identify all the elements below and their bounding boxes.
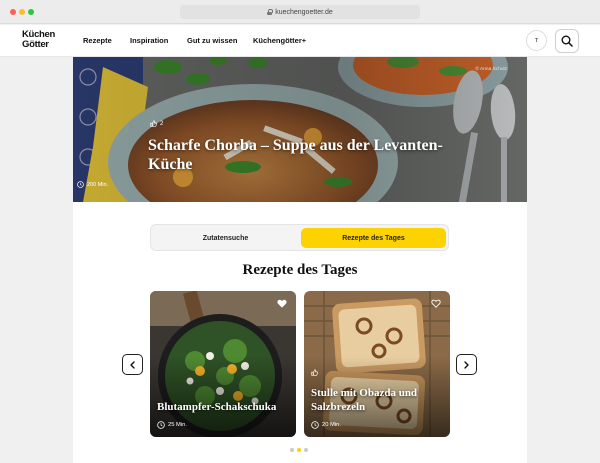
user-avatar[interactable]: T xyxy=(526,30,547,51)
section-title: Rezepte des Tages xyxy=(242,262,358,278)
hero-likes[interactable]: 2 xyxy=(150,120,163,127)
clock-icon xyxy=(157,421,165,429)
thumbs-up-icon xyxy=(311,369,318,376)
lock-icon xyxy=(267,9,274,15)
logo-line-2: Götter xyxy=(22,39,49,50)
address-bar-url: kuechengoetter.de xyxy=(275,8,333,16)
pagination-dot[interactable] xyxy=(290,448,294,452)
nav-item-kuechengoetter-plus[interactable]: Küchengötter+ xyxy=(253,36,306,45)
chevron-right-icon xyxy=(464,360,469,369)
heart-icon[interactable] xyxy=(431,299,441,308)
hero-title[interactable]: Scharfe Chorba – Suppe aus der Levanten-… xyxy=(148,136,448,174)
clock-icon xyxy=(311,421,319,429)
carousel-pagination xyxy=(290,448,308,452)
photo-credit: © Anna Schulz xyxy=(475,67,507,72)
hero-time: 200 Min. xyxy=(77,181,108,188)
nav-item-inspiration[interactable]: Inspiration xyxy=(130,36,168,45)
tab-zutatensuche[interactable]: Zutatensuche xyxy=(153,228,298,248)
recipe-card-time: 25 Min. xyxy=(157,421,187,429)
pagination-dot[interactable] xyxy=(304,448,308,452)
search-button[interactable] xyxy=(555,29,579,53)
recipe-card-title: Blutampfer-Schakschuka xyxy=(157,401,277,413)
browser-chrome: kuechengoetter.de xyxy=(0,0,600,24)
window-close-dot[interactable] xyxy=(10,9,16,15)
hero-image xyxy=(73,57,527,202)
site-logo[interactable]: Küchen Götter xyxy=(22,30,55,50)
heart-icon[interactable] xyxy=(277,299,287,308)
recipe-card-time-value: 25 Min. xyxy=(168,422,188,428)
recipe-card[interactable]: Stulle mit Obazda und Salzbrezeln 20 Min… xyxy=(304,291,450,437)
recipe-card-title: Stulle mit Obazda und Salzbrezeln xyxy=(311,387,418,413)
recipe-card-likes[interactable] xyxy=(311,369,318,378)
pagination-dot-active[interactable] xyxy=(297,448,301,452)
window-zoom-dot[interactable] xyxy=(28,9,34,15)
carousel-prev-button[interactable] xyxy=(122,354,143,375)
hero-banner[interactable]: © Anna Schulz 2 Scharfe Chorba – Suppe a… xyxy=(73,57,527,202)
nav-item-gut-zu-wissen[interactable]: Gut zu wissen xyxy=(187,36,237,45)
address-bar[interactable]: kuechengoetter.de xyxy=(180,5,420,19)
recipe-image xyxy=(304,291,450,437)
nav-item-rezepte[interactable]: Rezepte xyxy=(83,36,112,45)
search-mode-toggle: Zutatensuche Rezepte des Tages xyxy=(150,224,449,251)
recipe-card[interactable]: Blutampfer-Schakschuka 25 Min. xyxy=(150,291,296,437)
clock-icon xyxy=(77,181,84,188)
hero-likes-count: 2 xyxy=(160,120,164,127)
window-minimize-dot[interactable] xyxy=(19,9,25,15)
thumbs-up-icon xyxy=(150,120,157,127)
site-header: Küchen Götter Rezepte Inspiration Gut zu… xyxy=(0,25,600,57)
carousel-next-button[interactable] xyxy=(456,354,477,375)
search-icon xyxy=(561,35,573,47)
recipe-card-time: 20 Min. xyxy=(311,421,341,429)
recipe-card-time-value: 20 Min. xyxy=(322,422,342,428)
tab-rezepte-des-tages[interactable]: Rezepte des Tages xyxy=(301,228,446,248)
recipe-image xyxy=(150,291,296,437)
hero-time-value: 200 Min. xyxy=(87,181,109,188)
chevron-left-icon xyxy=(130,360,135,369)
